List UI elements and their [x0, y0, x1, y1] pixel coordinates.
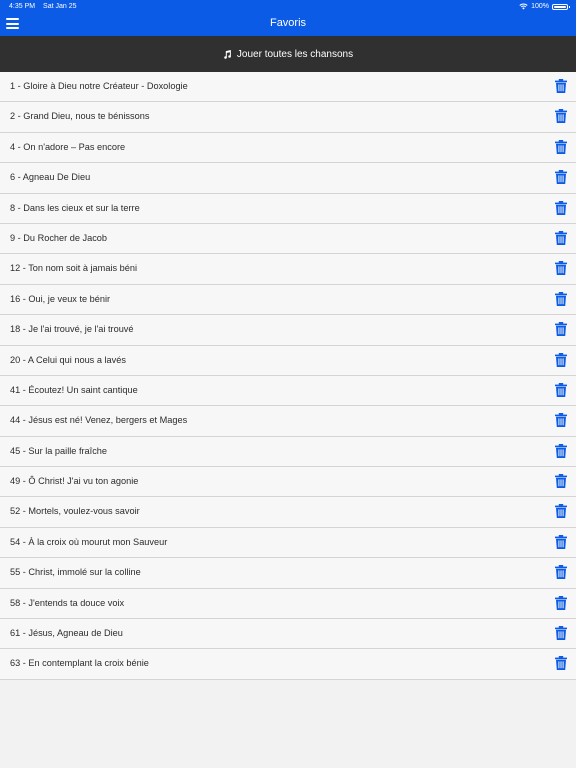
- song-row[interactable]: 12 - Ton nom soit à jamais béni: [0, 254, 576, 285]
- status-left: 4:35 PM Sat Jan 25: [9, 3, 83, 10]
- trash-icon[interactable]: [555, 443, 567, 458]
- song-row[interactable]: 52 - Mortels, voulez-vous savoir: [0, 497, 576, 528]
- song-row[interactable]: 16 - Oui, je veux te bénir: [0, 284, 576, 316]
- song-title: 44 - Jésus est né! Venez, bergers et Mag…: [10, 415, 188, 426]
- song-row[interactable]: 61 - Jésus, Agneau de Dieu: [0, 619, 576, 650]
- play-all-button[interactable]: Jouer toutes les chansons: [0, 36, 576, 72]
- page-title: Favoris: [269, 17, 307, 29]
- song-row[interactable]: 20 - A Celui qui nous a lavés: [0, 345, 576, 376]
- song-row[interactable]: 45 - Sur la paille fraîche: [0, 436, 576, 468]
- trash-icon[interactable]: [555, 382, 567, 397]
- song-title: 45 - Sur la paille fraîche: [10, 445, 108, 456]
- trash-icon[interactable]: [555, 322, 567, 337]
- song-title: 1 - Gloire à Dieu notre Créateur - Doxol…: [10, 81, 188, 91]
- song-title: 8 - Dans les cieux et sur la terre: [10, 202, 140, 213]
- song-title: 54 - À la croix où mourut mon Sauveur: [10, 536, 168, 547]
- status-time: 4:35 PM: [9, 3, 36, 10]
- battery-percent: 100%: [531, 3, 549, 10]
- song-title: 16 - Oui, je veux te bénir: [10, 293, 111, 304]
- song-title: 12 - Ton nom soit à jamais béni: [10, 263, 137, 274]
- song-row[interactable]: 54 - À la croix où mourut mon Sauveur: [0, 527, 576, 559]
- song-title: 2 - Grand Dieu, nous te bénissons: [10, 111, 150, 122]
- song-row[interactable]: 2 - Grand Dieu, nous te bénissons: [0, 102, 576, 133]
- status-right: 100%: [519, 3, 570, 10]
- song-row[interactable]: 49 - Ô Christ! J'ai vu ton agonie: [0, 467, 576, 498]
- song-row[interactable]: 41 - Écoutez! Un saint cantique: [0, 375, 576, 407]
- favorites-list: 1 - Gloire à Dieu notre Créateur - Doxol…: [0, 72, 576, 680]
- song-title: 41 - Écoutez! Un saint cantique: [10, 384, 138, 395]
- trash-icon[interactable]: [555, 352, 567, 367]
- song-row[interactable]: 1 - Gloire à Dieu notre Créateur - Doxol…: [0, 72, 576, 103]
- trash-icon[interactable]: [555, 170, 567, 185]
- trash-icon[interactable]: [555, 656, 567, 671]
- song-title: 49 - Ô Christ! J'ai vu ton agonie: [10, 476, 139, 487]
- trash-icon[interactable]: [555, 626, 567, 641]
- trash-icon[interactable]: [555, 79, 567, 93]
- song-row[interactable]: 63 - En contemplant la croix bénie: [0, 649, 576, 680]
- song-title: 55 - Christ, immolé sur la colline: [10, 567, 141, 578]
- nav-bar: Favoris: [0, 13, 576, 36]
- song-title: 9 - Du Rocher de Jacob: [10, 232, 108, 243]
- trash-icon[interactable]: [555, 261, 567, 276]
- play-all-label: Jouer toutes les chansons: [236, 48, 354, 60]
- trash-icon[interactable]: [555, 565, 567, 580]
- music-note-icon: [224, 49, 231, 59]
- song-title: 61 - Jésus, Agneau de Dieu: [10, 628, 123, 639]
- song-row[interactable]: 44 - Jésus est né! Venez, bergers et Mag…: [0, 406, 576, 437]
- battery-icon: [552, 3, 570, 10]
- trash-icon[interactable]: [555, 109, 567, 124]
- trash-icon[interactable]: [555, 230, 567, 245]
- trash-icon[interactable]: [555, 139, 567, 154]
- trash-icon[interactable]: [555, 534, 567, 549]
- song-row[interactable]: 58 - J'entends ta douce voix: [0, 588, 576, 620]
- song-row[interactable]: 6 - Agneau De Dieu: [0, 163, 576, 194]
- trash-icon[interactable]: [555, 413, 567, 428]
- wifi-icon: [519, 3, 528, 10]
- song-row[interactable]: 9 - Du Rocher de Jacob: [0, 223, 576, 255]
- song-row[interactable]: 55 - Christ, immolé sur la colline: [0, 558, 576, 589]
- song-title: 18 - Je l'ai trouvé, je l'ai trouvé: [10, 324, 134, 335]
- song-title: 58 - J'entends ta douce voix: [10, 597, 125, 608]
- song-title: 52 - Mortels, voulez-vous savoir: [10, 506, 140, 517]
- trash-icon[interactable]: [555, 200, 567, 215]
- status-date: Sat Jan 25: [43, 3, 77, 10]
- trash-icon[interactable]: [555, 291, 567, 306]
- song-row[interactable]: 4 - On n'adore – Pas encore: [0, 132, 576, 164]
- song-title: 20 - A Celui qui nous a lavés: [10, 354, 126, 365]
- song-row[interactable]: 18 - Je l'ai trouvé, je l'ai trouvé: [0, 315, 576, 346]
- song-title: 4 - On n'adore – Pas encore: [10, 141, 126, 152]
- trash-icon[interactable]: [555, 504, 567, 519]
- trash-icon[interactable]: [555, 474, 567, 489]
- song-title: 63 - En contemplant la croix bénie: [10, 658, 149, 669]
- trash-icon[interactable]: [555, 595, 567, 610]
- song-title: 6 - Agneau De Dieu: [10, 172, 91, 183]
- song-row[interactable]: 8 - Dans les cieux et sur la terre: [0, 193, 576, 224]
- status-bar: 4:35 PM Sat Jan 25 100%: [0, 0, 576, 13]
